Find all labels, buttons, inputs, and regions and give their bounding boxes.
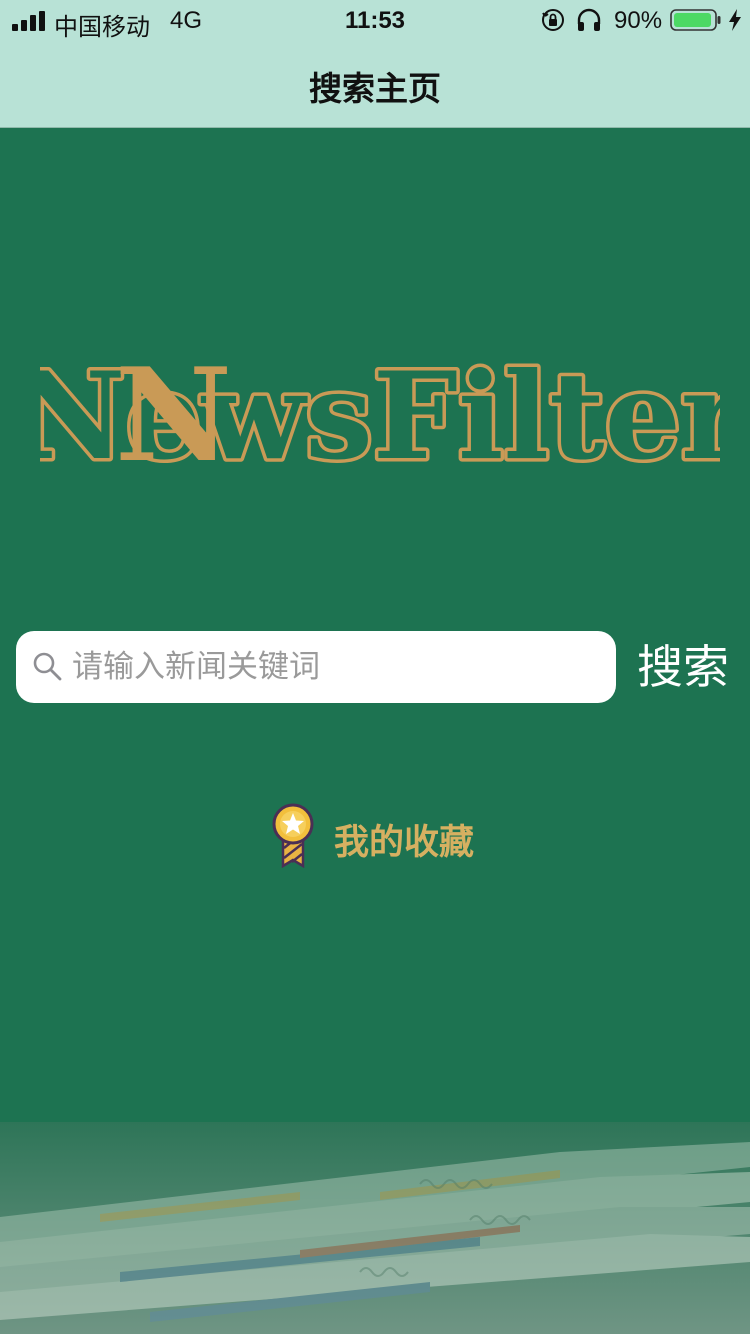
my-favorites-button[interactable]: 我的收藏 <box>266 800 506 870</box>
newsfilter-logo: NewsFilter NewsFilter N <box>40 341 720 490</box>
charging-icon <box>729 9 741 31</box>
search-input[interactable] <box>72 631 602 703</box>
battery-percent: 90% <box>614 7 663 34</box>
search-button[interactable]: 搜索 <box>628 631 738 703</box>
page-title: 搜索主页 <box>309 69 441 108</box>
status-bar: 中国移动 4G 11:53 90% <box>0 0 750 41</box>
logo-n-letter: N <box>115 341 232 490</box>
medal-icon <box>272 803 314 868</box>
top-bar: 中国移动 4G 11:53 90% 搜索主页 <box>0 0 750 128</box>
headphone-icon <box>577 8 601 31</box>
battery-icon <box>670 9 721 31</box>
newspaper-stack-image <box>0 1122 750 1334</box>
search-icon <box>33 652 62 681</box>
rotation-lock-icon <box>542 9 564 31</box>
favorites-label: 我的收藏 <box>334 823 475 863</box>
